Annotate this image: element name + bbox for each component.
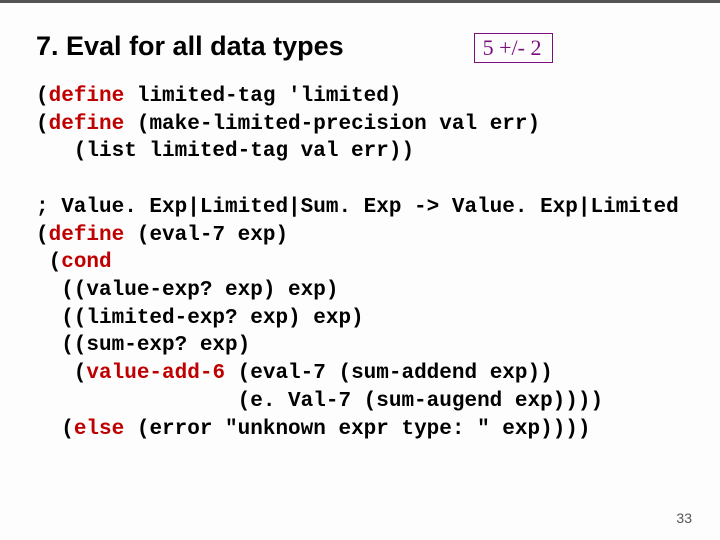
code-l4: ; Value. Exp|Limited|Sum. Exp -> Value. … [36, 196, 679, 219]
code-l1a: ( [36, 85, 49, 108]
code-l1b: limited-tag 'limited) [124, 85, 401, 108]
title-row: 7. Eval for all data types 5 +/- 2 [36, 31, 684, 63]
code-l2a: ( [36, 113, 49, 136]
kw-valueadd6: value-add-6 [86, 362, 225, 385]
code-l5a: ( [36, 224, 49, 247]
kw-define-2: define [49, 113, 125, 136]
slide-title: 7. Eval for all data types [36, 31, 344, 62]
code-block: (define limited-tag 'limited) (define (m… [36, 83, 684, 443]
code-l6a: ( [36, 251, 61, 274]
code-l8: ((limited-exp? exp) exp) [36, 307, 364, 330]
code-l10b: (eval-7 (sum-addend exp)) [225, 362, 553, 385]
code-l9: ((sum-exp? exp) [36, 334, 250, 357]
code-l11: (e. Val-7 (sum-augend exp)))) [36, 390, 603, 413]
code-l2b: (make-limited-precision val err) [124, 113, 540, 136]
precision-badge: 5 +/- 2 [474, 33, 553, 63]
kw-else: else [74, 418, 124, 441]
kw-define-3: define [49, 224, 125, 247]
slide: 7. Eval for all data types 5 +/- 2 (defi… [0, 0, 720, 540]
code-l12a: ( [36, 418, 74, 441]
code-l7: ((value-exp? exp) exp) [36, 279, 338, 302]
kw-define-1: define [49, 85, 125, 108]
page-number: 33 [676, 510, 692, 526]
kw-cond: cond [61, 251, 111, 274]
code-l10a: ( [36, 362, 86, 385]
code-l5b: (eval-7 exp) [124, 224, 288, 247]
code-l3: (list limited-tag val err)) [36, 140, 414, 163]
code-l12b: (error "unknown expr type: " exp)))) [124, 418, 590, 441]
